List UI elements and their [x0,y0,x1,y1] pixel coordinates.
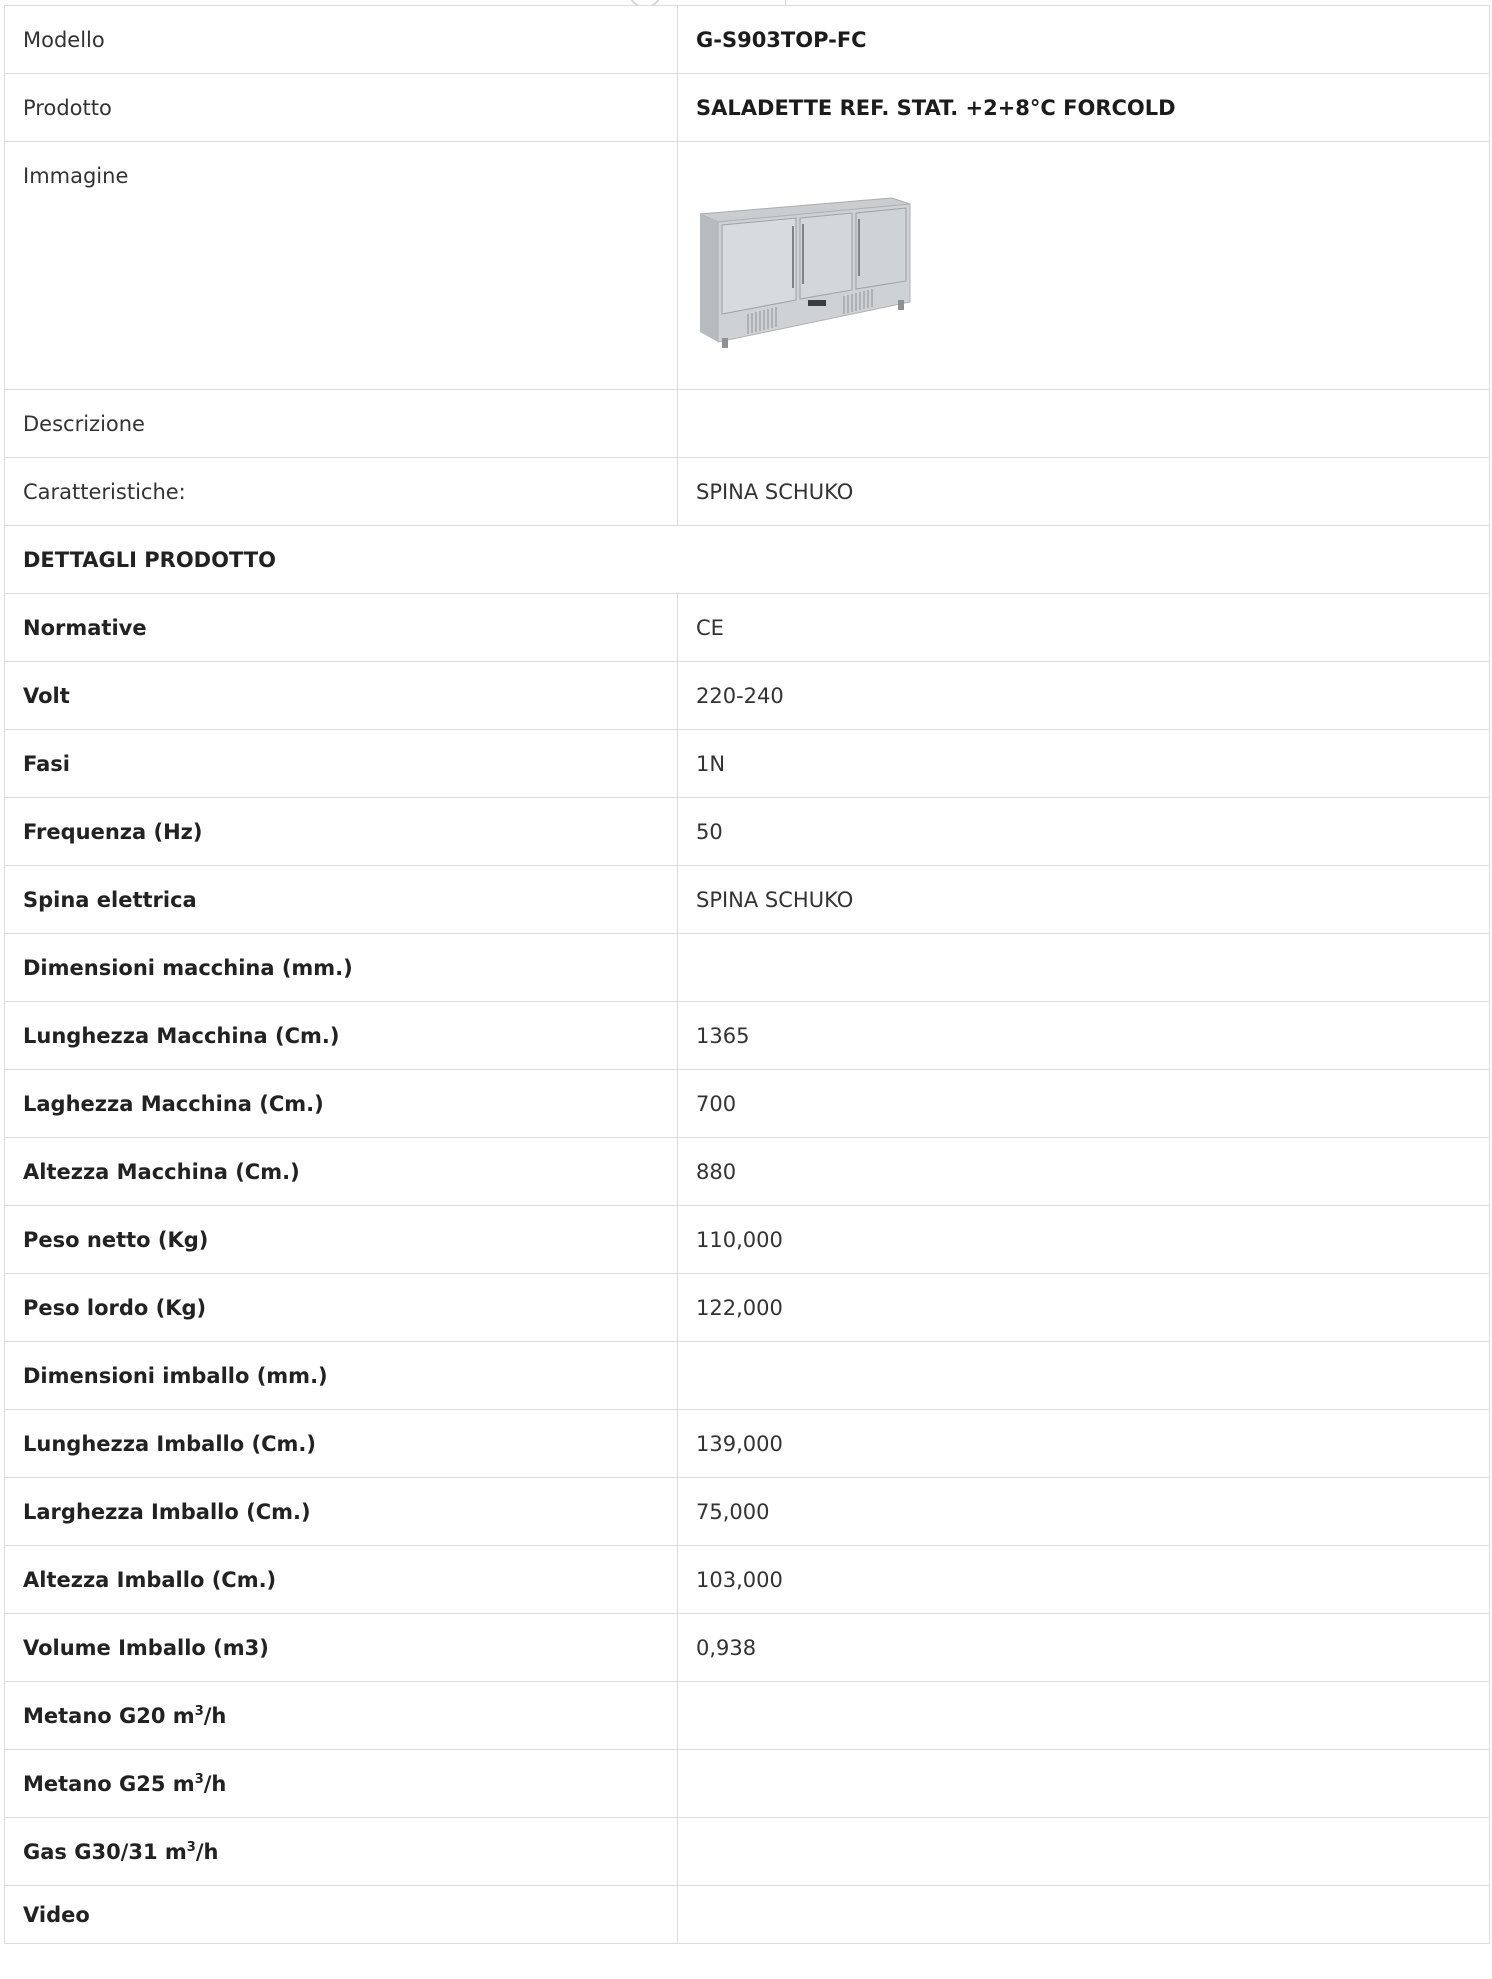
table-row: Prodotto SALADETTE REF. STAT. +2+8°C FOR… [4,73,1490,142]
detail-label: Dimensioni imballo (mm.) [4,1341,678,1410]
gas-label-text: Gas G30/31 m [23,1839,187,1864]
row-label: Modello [4,5,678,74]
detail-value [677,1341,1490,1410]
row-value: SPINA SCHUKO [677,457,1490,526]
detail-label: Volt [4,661,678,730]
detail-value: 50 [677,797,1490,866]
gas-value [677,1681,1490,1750]
detail-value: 139,000 [677,1409,1490,1478]
gas-label: Gas G30/31 m3/h [4,1817,678,1886]
detail-value: CE [677,593,1490,662]
model-value: G-S903TOP-FC [677,5,1490,74]
table-row: Lunghezza Macchina (Cm.) 1365 [4,1001,1490,1070]
row-label: Caratteristiche: [4,457,678,526]
table-row: Metano G20 m3/h [4,1681,1490,1750]
gas-label-unit: /h [195,1839,219,1864]
row-label: Immagine [4,141,678,390]
table-row: Spina elettrica SPINA SCHUKO [4,865,1490,934]
detail-label: Altezza Macchina (Cm.) [4,1137,678,1206]
table-row: Frequenza (Hz) 50 [4,797,1490,866]
gas-label-unit: /h [203,1703,227,1728]
row-value [677,389,1490,458]
table-row: Modello G-S903TOP-FC [4,5,1490,74]
saladette-counter-3-doors-icon[interactable] [696,192,911,352]
table-row: Video [4,1885,1490,1944]
row-label: Prodotto [4,73,678,142]
table-row: Laghezza Macchina (Cm.) 700 [4,1069,1490,1138]
table-row: Fasi 1N [4,729,1490,798]
detail-label: Lunghezza Imballo (Cm.) [4,1409,678,1478]
video-value [677,1885,1490,1944]
table-row: Caratteristiche: SPINA SCHUKO [4,457,1490,526]
gas-label-text: Metano G25 m [23,1771,195,1796]
detail-label: Peso lordo (Kg) [4,1273,678,1342]
detail-value: 75,000 [677,1477,1490,1546]
detail-label: Normative [4,593,678,662]
detail-value: 122,000 [677,1273,1490,1342]
product-value: SALADETTE REF. STAT. +2+8°C FORCOLD [677,73,1490,142]
row-label: Descrizione [4,389,678,458]
detail-value: 110,000 [677,1205,1490,1274]
table-row: Altezza Imballo (Cm.) 103,000 [4,1545,1490,1614]
exponent: 3 [186,1839,196,1855]
section-header-row: DETTAGLI PRODOTTO [4,525,1490,594]
table-row: Volume Imballo (m3) 0,938 [4,1613,1490,1682]
detail-label: Fasi [4,729,678,798]
table-row: Larghezza Imballo (Cm.) 75,000 [4,1477,1490,1546]
table-row: Gas G30/31 m3/h [4,1817,1490,1886]
detail-label: Altezza Imballo (Cm.) [4,1545,678,1614]
table-row: Lunghezza Imballo (Cm.) 139,000 [4,1409,1490,1478]
detail-value: 1365 [677,1001,1490,1070]
video-label: Video [4,1885,678,1944]
detail-label: Dimensioni macchina (mm.) [4,933,678,1002]
exponent: 3 [194,1771,204,1787]
image-cell [677,141,1490,390]
gas-label: Metano G25 m3/h [4,1749,678,1818]
table-row: Dimensioni imballo (mm.) [4,1341,1490,1410]
detail-value: 0,938 [677,1613,1490,1682]
product-spec-table: Modello G-S903TOP-FC Prodotto SALADETTE … [4,5,1490,1944]
detail-label: Spina elettrica [4,865,678,934]
detail-label: Laghezza Macchina (Cm.) [4,1069,678,1138]
table-row: Normative CE [4,593,1490,662]
table-row: Metano G25 m3/h [4,1749,1490,1818]
table-row: Immagine [4,141,1490,390]
detail-value: SPINA SCHUKO [677,865,1490,934]
gas-label-text: Metano G20 m [23,1703,195,1728]
detail-label: Peso netto (Kg) [4,1205,678,1274]
table-row: Peso netto (Kg) 110,000 [4,1205,1490,1274]
table-row: Descrizione [4,389,1490,458]
table-row: Altezza Macchina (Cm.) 880 [4,1137,1490,1206]
table-row: Volt 220-240 [4,661,1490,730]
detail-value: 220-240 [677,661,1490,730]
detail-label: Frequenza (Hz) [4,797,678,866]
detail-label: Larghezza Imballo (Cm.) [4,1477,678,1546]
section-title: DETTAGLI PRODOTTO [4,525,1490,594]
gas-value [677,1749,1490,1818]
detail-value: 103,000 [677,1545,1490,1614]
detail-value [677,933,1490,1002]
gas-label: Metano G20 m3/h [4,1681,678,1750]
exponent: 3 [194,1703,204,1719]
detail-value: 1N [677,729,1490,798]
detail-label: Lunghezza Macchina (Cm.) [4,1001,678,1070]
gas-value [677,1817,1490,1886]
table-row: Peso lordo (Kg) 122,000 [4,1273,1490,1342]
gas-label-unit: /h [203,1771,227,1796]
detail-value: 880 [677,1137,1490,1206]
detail-value: 700 [677,1069,1490,1138]
table-row: Dimensioni macchina (mm.) [4,933,1490,1002]
detail-label: Volume Imballo (m3) [4,1613,678,1682]
